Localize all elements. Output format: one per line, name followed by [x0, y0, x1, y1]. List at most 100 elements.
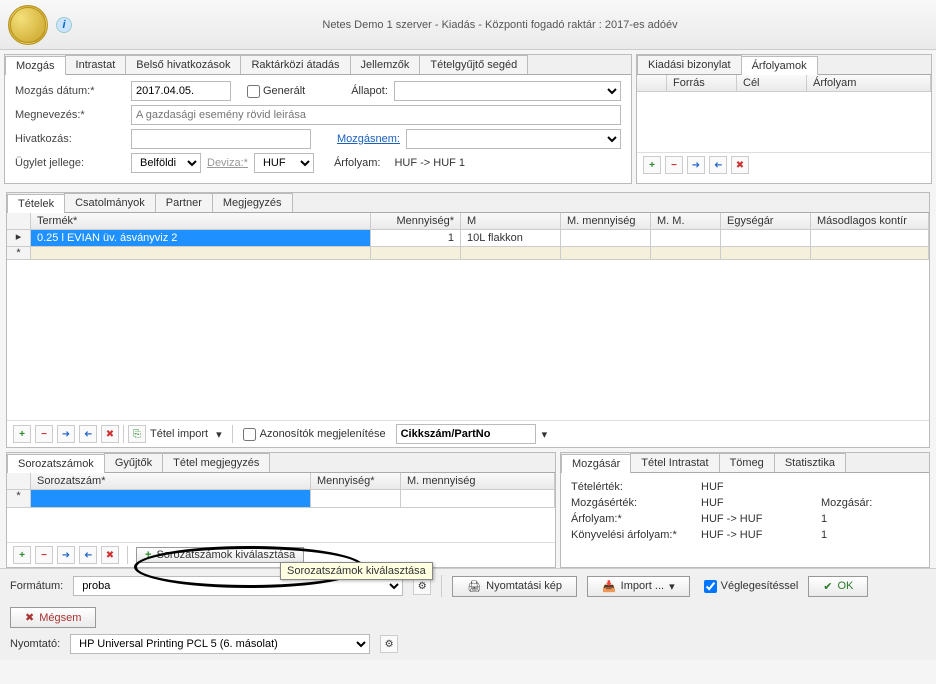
- serial-add-icon[interactable]: [13, 546, 31, 564]
- col-egysegar[interactable]: Egységár: [721, 213, 811, 230]
- tab-tetelmegj[interactable]: Tétel megjegyzés: [162, 453, 270, 472]
- deal-label: Ügylet jellege:: [15, 157, 125, 169]
- rate-delete-icon[interactable]: [731, 156, 749, 174]
- movtype-select[interactable]: [406, 129, 621, 149]
- ids-label: Azonosítók megjelenítése: [260, 428, 386, 440]
- ok-button[interactable]: ✔OK: [808, 576, 868, 597]
- tab-statisztika[interactable]: Statisztika: [774, 453, 846, 472]
- printer-settings-icon[interactable]: ⚙: [380, 635, 398, 653]
- tab-tetelek[interactable]: Tételek: [7, 194, 65, 213]
- col-m[interactable]: M: [461, 213, 561, 230]
- col-sorozatszam[interactable]: Sorozatszám*: [31, 473, 311, 490]
- kv-mozgasertek: Mozgásérték:: [571, 497, 701, 509]
- kv-tetelertek: Tételérték:: [571, 481, 701, 493]
- cancel-button[interactable]: ✖Mégsem: [10, 607, 96, 628]
- rate-import-icon[interactable]: [709, 156, 727, 174]
- item-import-btn-icon[interactable]: ⎘: [128, 425, 146, 443]
- printer-select[interactable]: HP Universal Printing PCL 5 (6. másolat): [70, 634, 370, 654]
- tab-gyujtok[interactable]: Gyűjtők: [104, 453, 163, 472]
- import-icon: 📥: [602, 580, 616, 593]
- tab-arfolyamok[interactable]: Árfolyamok: [741, 56, 818, 75]
- info-icon[interactable]: i: [56, 17, 72, 33]
- window-title: Netes Demo 1 szerver - Kiadás - Központi…: [72, 19, 928, 31]
- kv-arfolyam: Árfolyam:*: [571, 513, 701, 525]
- tab-mozgas[interactable]: Mozgás: [5, 56, 66, 75]
- preview-button[interactable]: 🖨Nyomtatási kép: [452, 576, 577, 597]
- col-cel[interactable]: Cél: [737, 75, 807, 92]
- ref-input[interactable]: [131, 129, 311, 149]
- rate-label: Árfolyam:: [334, 157, 380, 169]
- serial-row-new[interactable]: *: [7, 490, 555, 508]
- deal-select[interactable]: Belföldi: [131, 153, 201, 173]
- date-input[interactable]: [131, 81, 231, 101]
- item-export-icon[interactable]: [57, 425, 75, 443]
- item-import-icon[interactable]: [79, 425, 97, 443]
- rate-text: HUF -> HUF 1: [394, 157, 465, 169]
- rate-add-icon[interactable]: [643, 156, 661, 174]
- format-label: Formátum:: [10, 580, 63, 592]
- finalize-checkbox[interactable]: [704, 580, 717, 593]
- tab-partner[interactable]: Partner: [155, 193, 213, 212]
- serial-remove-icon[interactable]: [35, 546, 53, 564]
- item-remove-icon[interactable]: [35, 425, 53, 443]
- main-tabs: Mozgás Intrastat Belső hivatkozások Rakt…: [5, 55, 631, 75]
- table-row-new[interactable]: *: [7, 247, 929, 260]
- cell-qty[interactable]: 1: [371, 230, 461, 247]
- col-mm[interactable]: M. M.: [651, 213, 721, 230]
- col-smmennyiseg[interactable]: M. mennyiség: [401, 473, 555, 490]
- tab-tetelgyujto[interactable]: Tételgyűjtő segéd: [419, 55, 528, 74]
- item-add-icon[interactable]: [13, 425, 31, 443]
- tab-belso[interactable]: Belső hivatkozások: [125, 55, 241, 74]
- rate-remove-icon[interactable]: [665, 156, 683, 174]
- item-import-label[interactable]: Tétel import: [150, 428, 208, 440]
- col-forras[interactable]: Forrás: [667, 75, 737, 92]
- finalize-label: Véglegesítéssel: [721, 580, 799, 592]
- serial-select-button[interactable]: + Sorozatszámok kiválasztása: [136, 547, 304, 563]
- tab-tomeg[interactable]: Tömeg: [719, 453, 775, 472]
- status-select[interactable]: [394, 81, 621, 101]
- serial-delete-icon[interactable]: [101, 546, 119, 564]
- check-icon: ✔: [823, 580, 832, 593]
- rate-export-icon[interactable]: [687, 156, 705, 174]
- preview-icon: 🖨: [467, 580, 481, 593]
- tab-raktarkozi[interactable]: Raktárközi átadás: [240, 55, 350, 74]
- col-termek[interactable]: Termék*: [31, 213, 371, 230]
- col-mennyiseg[interactable]: Mennyiség*: [371, 213, 461, 230]
- cell-product[interactable]: 0.25 l EVIAN üv. ásványviz 2: [31, 230, 371, 247]
- tab-intrastat[interactable]: Intrastat: [65, 55, 127, 74]
- tab-csatolmanyok[interactable]: Csatolmányok: [64, 193, 156, 212]
- serial-import-icon[interactable]: [79, 546, 97, 564]
- currency-link[interactable]: Deviza:*: [207, 157, 248, 169]
- tab-kiadasi[interactable]: Kiadási bizonylat: [637, 55, 742, 74]
- cell-m[interactable]: 10L flakkon: [461, 230, 561, 247]
- col-smennyiseg[interactable]: Mennyiség*: [311, 473, 401, 490]
- generated-label: Generált: [263, 85, 305, 97]
- name-input[interactable]: [131, 105, 621, 125]
- name-label: Megnevezés:*: [15, 109, 125, 121]
- serial-export-icon[interactable]: [57, 546, 75, 564]
- app-logo: [8, 5, 48, 45]
- currency-select[interactable]: HUF: [254, 153, 314, 173]
- tab-jellemzok[interactable]: Jellemzők: [350, 55, 421, 74]
- printer-label: Nyomtató:: [10, 638, 60, 650]
- close-icon: ✖: [25, 611, 34, 624]
- col-mmenny[interactable]: M. mennyiség: [561, 213, 651, 230]
- generated-checkbox[interactable]: [247, 85, 260, 98]
- tab-mozgasar[interactable]: Mozgásár: [561, 454, 631, 473]
- ids-checkbox[interactable]: [243, 428, 256, 441]
- status-label: Állapot:: [351, 85, 388, 97]
- filter-input[interactable]: [396, 424, 536, 444]
- col-masodlagos[interactable]: Másodlagos kontír: [811, 213, 929, 230]
- tab-sorozat[interactable]: Sorozatszámok: [7, 454, 105, 473]
- date-label: Mozgás dátum:*: [15, 85, 125, 97]
- col-arfolyam[interactable]: Árfolyam: [807, 75, 931, 92]
- tab-tintrastat[interactable]: Tétel Intrastat: [630, 453, 719, 472]
- tab-megjegyzes[interactable]: Megjegyzés: [212, 193, 293, 212]
- import-button[interactable]: 📥Import ...▾: [587, 576, 690, 597]
- movtype-link[interactable]: Mozgásnem:: [337, 133, 400, 145]
- table-row[interactable]: ▸ 0.25 l EVIAN üv. ásványviz 2 1 10L fla…: [7, 230, 929, 247]
- item-delete-icon[interactable]: [101, 425, 119, 443]
- kv-konyvarf: Könyvelési árfolyam:*: [571, 529, 701, 541]
- chevron-down-icon[interactable]: ▾: [542, 428, 548, 441]
- ref-label: Hivatkozás:: [15, 133, 125, 145]
